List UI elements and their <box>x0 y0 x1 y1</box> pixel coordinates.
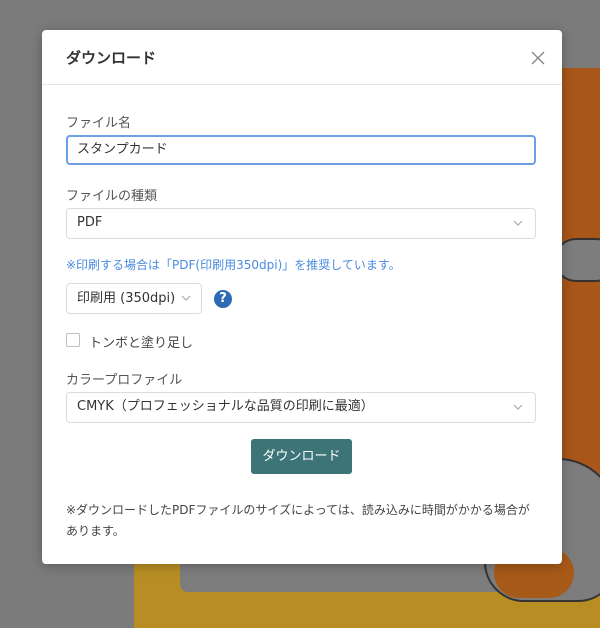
print-quality-select[interactable]: 印刷用 (350dpi) <box>66 283 202 314</box>
chevron-down-icon <box>513 404 523 410</box>
dialog-header: ダウンロード <box>42 30 562 85</box>
color-profile-select[interactable]: CMYK（プロフェッショナルな品質の印刷に最適） <box>66 392 536 423</box>
question-circle-icon[interactable]: ? <box>214 290 232 308</box>
close-icon <box>531 51 545 65</box>
dialog-title: ダウンロード <box>66 49 157 67</box>
file-name-label: ファイル名 <box>66 116 132 131</box>
background-letters <box>574 288 600 408</box>
file-name-input[interactable]: スタンプカード <box>66 135 536 165</box>
chevron-down-icon <box>181 295 191 301</box>
download-button[interactable]: ダウンロード <box>251 439 352 474</box>
chevron-down-icon <box>513 220 523 226</box>
download-footnote: ※ダウンロードしたPDFファイルのサイズによっては、読み込みに時間がかかる場合が… <box>66 503 530 538</box>
trim-marks-checkbox[interactable] <box>66 333 80 347</box>
trim-marks-label[interactable]: トンボと塗り足し <box>89 332 193 351</box>
print-quality-value: 印刷用 (350dpi) <box>77 291 176 306</box>
file-type-value: PDF <box>77 215 103 230</box>
file-type-select[interactable]: PDF <box>66 208 536 239</box>
file-type-label: ファイルの種類 <box>66 189 158 204</box>
color-profile-value: CMYK（プロフェッショナルな品質の印刷に最適） <box>77 399 374 414</box>
download-dialog: ダウンロード ファイル名 スタンプカード ファイルの種類 PDF ※印刷する場合… <box>42 30 562 564</box>
close-button[interactable] <box>530 50 546 66</box>
print-recommendation-note: ※印刷する場合は「PDF(印刷用350dpi)」を推奨しています。 <box>66 258 401 272</box>
color-profile-label: カラープロファイル <box>66 373 183 388</box>
